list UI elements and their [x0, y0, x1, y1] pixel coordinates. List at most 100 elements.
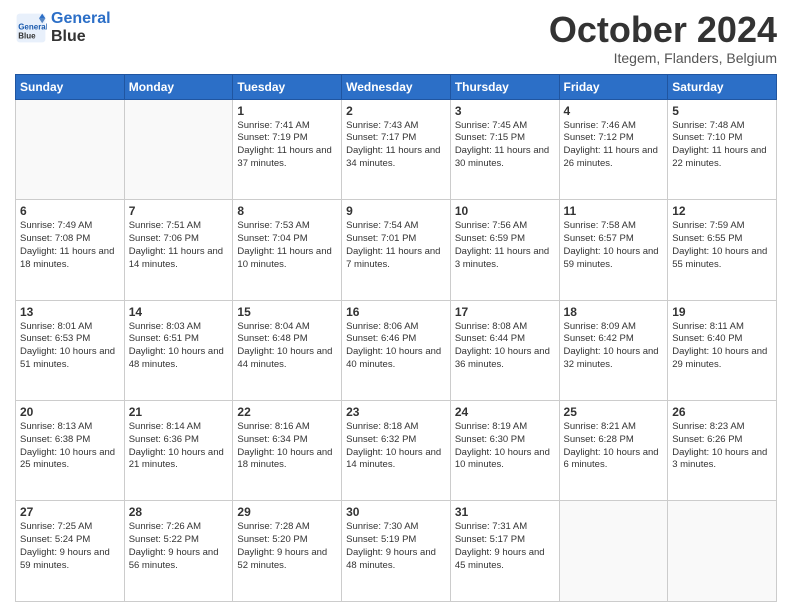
calendar-cell — [124, 99, 233, 199]
cell-details: Sunrise: 7:58 AM Sunset: 6:57 PM Dayligh… — [564, 220, 664, 271]
calendar-cell: 8 Sunrise: 7:53 AM Sunset: 7:04 PM Daylig… — [233, 200, 342, 300]
day-number: 24 — [455, 405, 555, 419]
calendar-cell — [668, 501, 777, 602]
day-number: 9 — [346, 204, 446, 218]
title-block: October 2024 Itegem, Flanders, Belgium — [549, 10, 777, 66]
day-number: 19 — [672, 305, 772, 319]
cell-details: Sunrise: 7:49 AM Sunset: 7:08 PM Dayligh… — [20, 220, 120, 271]
cell-details: Sunrise: 7:30 AM Sunset: 5:19 PM Dayligh… — [346, 521, 446, 572]
calendar-cell: 25Sunrise: 8:21 AM Sunset: 6:28 PM Dayli… — [559, 401, 668, 501]
calendar-cell: 19 Sunrise: 8:11 AM Sunset: 6:40 PM Dayli… — [668, 300, 777, 400]
calendar-cell: 17 Sunrise: 8:08 AM Sunset: 6:44 PM Dayli… — [450, 300, 559, 400]
calendar-cell: 26Sunrise: 8:23 AM Sunset: 6:26 PM Dayli… — [668, 401, 777, 501]
day-number: 6 — [20, 204, 120, 218]
calendar-cell: 13Sunrise: 8:01 AM Sunset: 6:53 PM Dayli… — [16, 300, 125, 400]
day-number: 3 — [455, 104, 555, 118]
week-row-4: 20Sunrise: 8:13 AM Sunset: 6:38 PM Dayli… — [16, 401, 777, 501]
cell-details: Sunrise: 7:53 AM Sunset: 7:04 PM Dayligh… — [237, 220, 337, 271]
week-row-2: 6 Sunrise: 7:49 AM Sunset: 7:08 PM Daylig… — [16, 200, 777, 300]
col-header-wednesday: Wednesday — [342, 74, 451, 99]
calendar-cell: 21 Sunrise: 8:14 AM Sunset: 6:36 PM Dayli… — [124, 401, 233, 501]
cell-details: Sunrise: 7:48 AM Sunset: 7:10 PM Dayligh… — [672, 120, 772, 171]
cell-details: Sunrise: 8:11 AM Sunset: 6:40 PM Dayligh… — [672, 321, 772, 372]
calendar-cell: 31 Sunrise: 7:31 AM Sunset: 5:17 PM Dayli… — [450, 501, 559, 602]
cell-details: Sunrise: 7:54 AM Sunset: 7:01 PM Dayligh… — [346, 220, 446, 271]
calendar-cell: 23Sunrise: 8:18 AM Sunset: 6:32 PM Dayli… — [342, 401, 451, 501]
cell-details: Sunrise: 8:23 AM Sunset: 6:26 PM Dayligh… — [672, 421, 772, 472]
cell-details: Sunrise: 7:25 AM Sunset: 5:24 PM Dayligh… — [20, 521, 120, 572]
week-row-5: 27 Sunrise: 7:25 AM Sunset: 5:24 PM Dayli… — [16, 501, 777, 602]
cell-details: Sunrise: 7:59 AM Sunset: 6:55 PM Dayligh… — [672, 220, 772, 271]
calendar-cell: 28Sunrise: 7:26 AM Sunset: 5:22 PM Dayli… — [124, 501, 233, 602]
cell-details: Sunrise: 8:19 AM Sunset: 6:30 PM Dayligh… — [455, 421, 555, 472]
calendar-header-row: SundayMondayTuesdayWednesdayThursdayFrid… — [16, 74, 777, 99]
day-number: 29 — [237, 505, 337, 519]
cell-details: Sunrise: 8:13 AM Sunset: 6:38 PM Dayligh… — [20, 421, 120, 472]
day-number: 22 — [237, 405, 337, 419]
day-number: 17 — [455, 305, 555, 319]
week-row-1: 1 Sunrise: 7:41 AM Sunset: 7:19 PM Daylig… — [16, 99, 777, 199]
cell-details: Sunrise: 8:09 AM Sunset: 6:42 PM Dayligh… — [564, 321, 664, 372]
day-number: 5 — [672, 104, 772, 118]
day-number: 21 — [129, 405, 229, 419]
day-number: 23 — [346, 405, 446, 419]
cell-details: Sunrise: 7:56 AM Sunset: 6:59 PM Dayligh… — [455, 220, 555, 271]
calendar-cell — [559, 501, 668, 602]
calendar-cell: 14Sunrise: 8:03 AM Sunset: 6:51 PM Dayli… — [124, 300, 233, 400]
day-number: 16 — [346, 305, 446, 319]
day-number: 10 — [455, 204, 555, 218]
day-number: 8 — [237, 204, 337, 218]
col-header-sunday: Sunday — [16, 74, 125, 99]
cell-details: Sunrise: 8:08 AM Sunset: 6:44 PM Dayligh… — [455, 321, 555, 372]
month-title: October 2024 — [549, 10, 777, 50]
week-row-3: 13Sunrise: 8:01 AM Sunset: 6:53 PM Dayli… — [16, 300, 777, 400]
calendar-cell: 16Sunrise: 8:06 AM Sunset: 6:46 PM Dayli… — [342, 300, 451, 400]
calendar-cell: 11 Sunrise: 7:58 AM Sunset: 6:57 PM Dayli… — [559, 200, 668, 300]
calendar-cell: 7Sunrise: 7:51 AM Sunset: 7:06 PM Daylig… — [124, 200, 233, 300]
calendar-cell: 30Sunrise: 7:30 AM Sunset: 5:19 PM Dayli… — [342, 501, 451, 602]
calendar-cell: 4Sunrise: 7:46 AM Sunset: 7:12 PM Daylig… — [559, 99, 668, 199]
day-number: 25 — [564, 405, 664, 419]
col-header-friday: Friday — [559, 74, 668, 99]
day-number: 31 — [455, 505, 555, 519]
col-header-tuesday: Tuesday — [233, 74, 342, 99]
calendar-cell: 10 Sunrise: 7:56 AM Sunset: 6:59 PM Dayli… — [450, 200, 559, 300]
calendar-cell: 9 Sunrise: 7:54 AM Sunset: 7:01 PM Daylig… — [342, 200, 451, 300]
cell-details: Sunrise: 7:41 AM Sunset: 7:19 PM Dayligh… — [237, 120, 337, 171]
svg-text:Blue: Blue — [18, 31, 36, 40]
calendar-cell: 3Sunrise: 7:45 AM Sunset: 7:15 PM Daylig… — [450, 99, 559, 199]
cell-details: Sunrise: 8:16 AM Sunset: 6:34 PM Dayligh… — [237, 421, 337, 472]
cell-details: Sunrise: 8:14 AM Sunset: 6:36 PM Dayligh… — [129, 421, 229, 472]
calendar-cell: 22 Sunrise: 8:16 AM Sunset: 6:34 PM Dayli… — [233, 401, 342, 501]
col-header-monday: Monday — [124, 74, 233, 99]
col-header-thursday: Thursday — [450, 74, 559, 99]
calendar-cell: 20Sunrise: 8:13 AM Sunset: 6:38 PM Dayli… — [16, 401, 125, 501]
day-number: 11 — [564, 204, 664, 218]
cell-details: Sunrise: 7:28 AM Sunset: 5:20 PM Dayligh… — [237, 521, 337, 572]
day-number: 14 — [129, 305, 229, 319]
col-header-saturday: Saturday — [668, 74, 777, 99]
calendar-cell — [16, 99, 125, 199]
cell-details: Sunrise: 8:01 AM Sunset: 6:53 PM Dayligh… — [20, 321, 120, 372]
calendar-cell: 27 Sunrise: 7:25 AM Sunset: 5:24 PM Dayli… — [16, 501, 125, 602]
logo-text-general: General — [51, 10, 111, 28]
svg-text:General: General — [18, 22, 47, 31]
cell-details: Sunrise: 7:43 AM Sunset: 7:17 PM Dayligh… — [346, 120, 446, 171]
page: General Blue General Blue October 2024 I… — [0, 0, 792, 612]
calendar-cell: 1 Sunrise: 7:41 AM Sunset: 7:19 PM Daylig… — [233, 99, 342, 199]
day-number: 12 — [672, 204, 772, 218]
calendar-cell: 2Sunrise: 7:43 AM Sunset: 7:17 PM Daylig… — [342, 99, 451, 199]
day-number: 4 — [564, 104, 664, 118]
logo-icon: General Blue — [15, 12, 47, 44]
calendar-cell: 6 Sunrise: 7:49 AM Sunset: 7:08 PM Daylig… — [16, 200, 125, 300]
day-number: 28 — [129, 505, 229, 519]
location: Itegem, Flanders, Belgium — [549, 50, 777, 66]
day-number: 27 — [20, 505, 120, 519]
calendar-cell: 18 Sunrise: 8:09 AM Sunset: 6:42 PM Dayli… — [559, 300, 668, 400]
day-number: 18 — [564, 305, 664, 319]
calendar-cell: 12 Sunrise: 7:59 AM Sunset: 6:55 PM Dayli… — [668, 200, 777, 300]
cell-details: Sunrise: 7:51 AM Sunset: 7:06 PM Dayligh… — [129, 220, 229, 271]
cell-details: Sunrise: 8:04 AM Sunset: 6:48 PM Dayligh… — [237, 321, 337, 372]
day-number: 1 — [237, 104, 337, 118]
cell-details: Sunrise: 7:31 AM Sunset: 5:17 PM Dayligh… — [455, 521, 555, 572]
